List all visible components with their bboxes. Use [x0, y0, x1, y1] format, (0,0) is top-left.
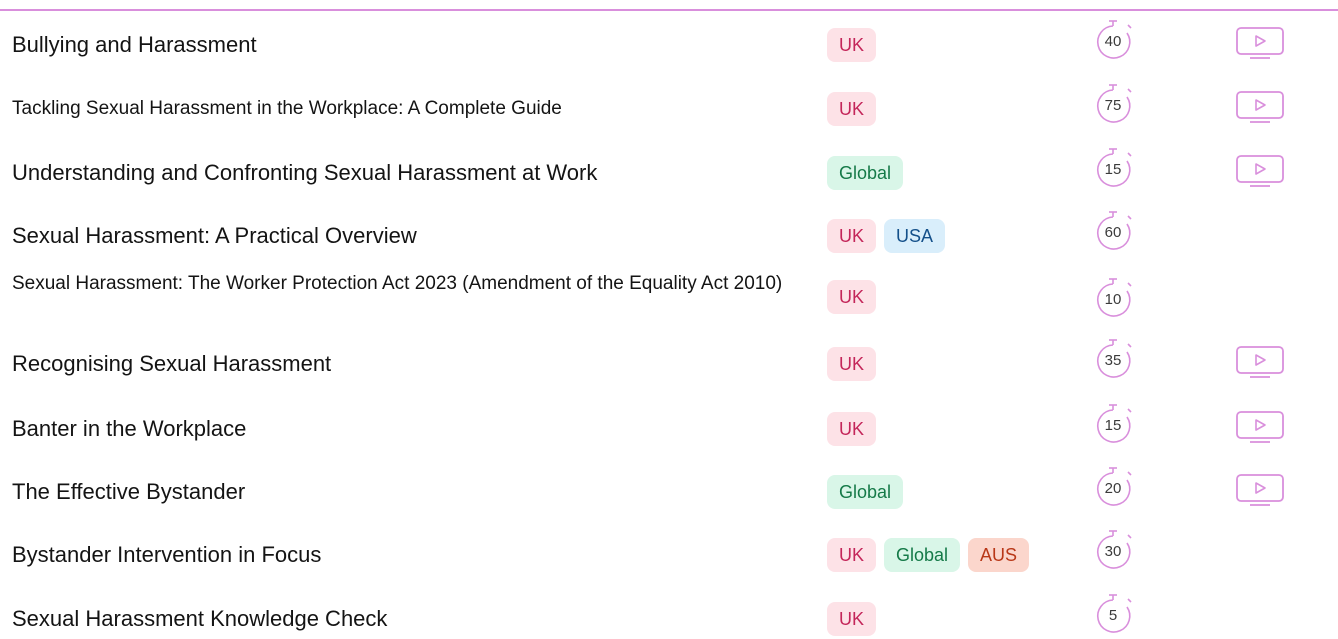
- region-tags: UK: [827, 602, 877, 636]
- region-tag-uk: UK: [827, 92, 877, 126]
- course-title[interactable]: Sexual Harassment: The Worker Protection…: [12, 271, 812, 297]
- video-play-icon[interactable]: [1234, 345, 1286, 379]
- region-tags: Global: [827, 475, 904, 509]
- region-tag-global: Global: [827, 156, 904, 190]
- duration-timer: 75: [1092, 83, 1138, 129]
- region-tag-uk: UK: [827, 347, 877, 381]
- video-play-icon[interactable]: [1234, 26, 1286, 60]
- duration-timer: 20: [1092, 466, 1138, 512]
- video-play-icon[interactable]: [1234, 410, 1286, 444]
- region-tag-uk: UK: [827, 602, 877, 636]
- region-tags: UK: [827, 347, 877, 381]
- region-tag-uk: UK: [827, 280, 877, 314]
- region-tag-uk: UK: [827, 219, 877, 253]
- duration-timer: 15: [1092, 147, 1138, 193]
- region-tag-uk: UK: [827, 28, 877, 62]
- course-title[interactable]: Sexual Harassment: A Practical Overview: [12, 222, 417, 250]
- course-title[interactable]: Banter in the Workplace: [12, 415, 246, 443]
- region-tag-usa: USA: [884, 219, 946, 253]
- duration-minutes: 75: [1104, 97, 1122, 114]
- region-tag-aus: AUS: [968, 538, 1030, 572]
- duration-minutes: 15: [1104, 417, 1122, 434]
- region-tags: UK: [827, 412, 877, 446]
- duration-minutes: 30: [1104, 543, 1122, 560]
- region-tag-uk: UK: [827, 538, 877, 572]
- course-title[interactable]: Recognising Sexual Harassment: [12, 350, 331, 378]
- duration-minutes: 20: [1104, 480, 1122, 497]
- duration-minutes: 35: [1104, 352, 1122, 369]
- duration-minutes: 5: [1108, 607, 1118, 624]
- duration-timer: 30: [1092, 529, 1138, 575]
- course-title[interactable]: Bystander Intervention in Focus: [12, 541, 321, 569]
- course-title[interactable]: Sexual Harassment Knowledge Check: [12, 605, 387, 633]
- duration-timer: 40: [1092, 19, 1138, 65]
- course-title[interactable]: Understanding and Confronting Sexual Har…: [12, 159, 597, 187]
- region-tags: Global: [827, 156, 904, 190]
- duration-timer: 10: [1092, 277, 1138, 323]
- region-tag-global: Global: [827, 475, 904, 509]
- region-tag-uk: UK: [827, 412, 877, 446]
- region-tag-global: Global: [884, 538, 961, 572]
- course-title[interactable]: Tackling Sexual Harassment in the Workpl…: [12, 95, 562, 123]
- video-play-icon[interactable]: [1234, 154, 1286, 188]
- region-tags: UK Global AUS: [827, 538, 1030, 572]
- duration-minutes: 60: [1104, 224, 1122, 241]
- region-tags: UK: [827, 28, 877, 62]
- video-play-icon[interactable]: [1234, 90, 1286, 124]
- table-top-divider: [0, 9, 1338, 11]
- duration-minutes: 10: [1104, 291, 1122, 308]
- duration-timer: 60: [1092, 210, 1138, 256]
- region-tags: UK: [827, 280, 877, 314]
- region-tags: UK USA: [827, 219, 946, 253]
- course-title[interactable]: The Effective Bystander: [12, 478, 245, 506]
- duration-minutes: 15: [1104, 161, 1122, 178]
- duration-minutes: 40: [1104, 33, 1122, 50]
- video-play-icon[interactable]: [1234, 473, 1286, 507]
- duration-timer: 15: [1092, 403, 1138, 449]
- duration-timer: 5: [1092, 593, 1138, 639]
- course-title[interactable]: Bullying and Harassment: [12, 31, 257, 59]
- duration-timer: 35: [1092, 338, 1138, 384]
- region-tags: UK: [827, 92, 877, 126]
